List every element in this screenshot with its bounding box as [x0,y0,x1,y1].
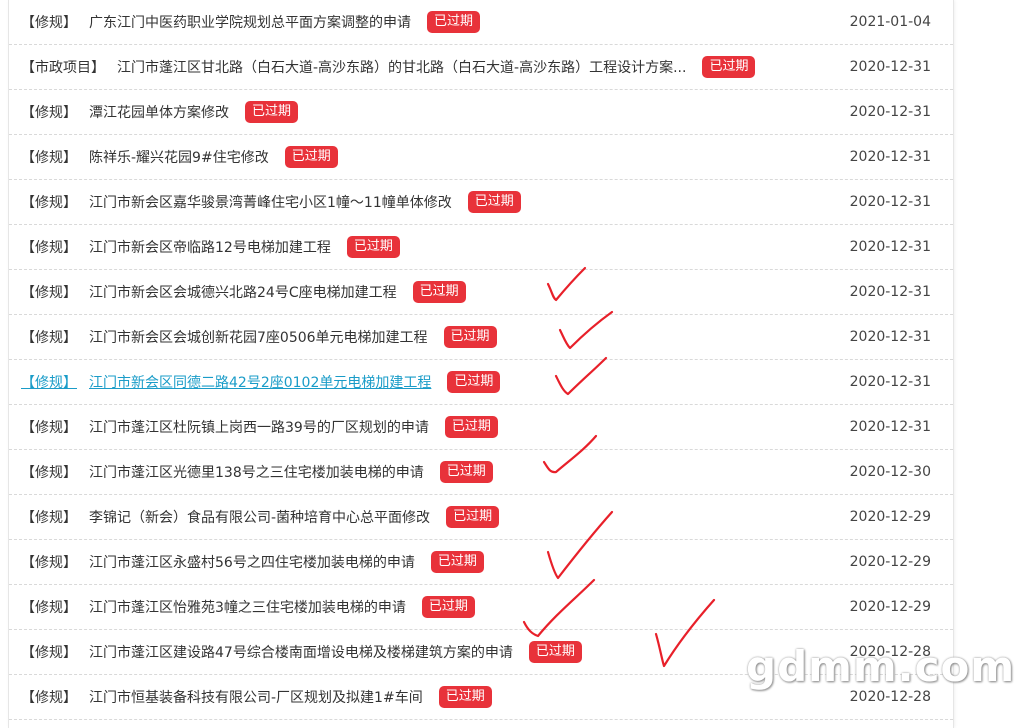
item-date: 2020-12-29 [849,554,931,570]
list-item: 【修规】 江门市新会区嘉华骏景湾菁峰住宅小区1幢～11幢单体修改 已过期 2020-1… [9,180,953,225]
item-date: 2020-12-31 [849,419,931,435]
category-tag: 【修规】 [21,600,77,616]
category-tag: 【市政项目】 [21,60,105,76]
list-item: 【修规】 江门市新会区会城创新花园7座0506单元电梯加建工程 已过期 2020-12… [9,315,953,360]
item-title-link[interactable]: 【修规】 江门市新会区同德二路42号2座0102单元电梯加建工程 [21,372,431,392]
item-title: 江门市蓬江区建设路47号综合楼南面增设电梯及楼梯建筑方案的申请 [89,645,513,661]
list-item: 【修规】 李锦记（新会）食品有限公司-菌种培育中心总平面修改 已过期 2020-12-… [9,495,953,540]
item-date: 2020-12-31 [849,284,931,300]
item-title: 潭江花园单体方案修改 [89,105,229,121]
list-item: 【修规】 江门市新会区同德二路42号2座0102单元电梯加建工程 已过期 2020-1… [9,360,953,405]
item-date: 2020-12-31 [849,329,931,345]
item-title: 江门市新会区会城德兴北路24号C座电梯加建工程 [89,285,397,301]
item-title: 江门市新会区会城创新花园7座0506单元电梯加建工程 [89,330,428,346]
status-badge: 已过期 [421,596,475,618]
category-tag: 【修规】 [21,15,77,31]
item-title: 江门市新会区帝临路12号电梯加建工程 [89,240,331,256]
item-date: 2020-12-29 [849,509,931,525]
item-title: 江门市蓬江区甘北路（白石大道-高沙东路）的甘北路（白石大道-高沙东路）工程设计方… [117,60,687,76]
status-badge: 已过期 [447,371,501,393]
item-title-link[interactable]: 【修规】 江门市蓬江区怡雅苑3幢之三住宅楼加装电梯的申请 [21,597,406,617]
item-date: 2020-12-31 [849,194,931,210]
list-item: 【市政项目】 江门市蓬江区甘北路（白石大道-高沙东路）的甘北路（白石大道-高沙东路… [9,45,953,90]
item-date: 2020-12-31 [849,59,931,75]
list-item: 【修规】 江门市蓬江区永盛村56号之四住宅楼加装电梯的申请 已过期 2020-12-2… [9,540,953,585]
item-title: 江门市新会区同德二路42号2座0102单元电梯加建工程 [89,375,432,391]
item-date: 2020-12-31 [849,239,931,255]
item-title-link[interactable]: 【修规】 潭江花园单体方案修改 [21,102,229,122]
list-item: 【修规】 江门市蓬江区杜阮镇上岗西一路39号的厂区规划的申请 已过期 2020-12-… [9,405,953,450]
category-tag: 【修规】 [21,330,77,346]
item-title-link[interactable]: 【修规】 广东江门中医药职业学院规划总平面方案调整的申请 [21,12,411,32]
category-tag: 【修规】 [21,420,77,436]
list-item: 【修规】 广东江门中医药职业学院规划总平面方案调整的申请 已过期 2021-01-04 [9,0,953,45]
item-title: 江门市蓬江区光德里138号之三住宅楼加装电梯的申请 [89,465,424,481]
item-date: 2020-12-31 [849,104,931,120]
status-badge: 已过期 [245,101,299,123]
list-item: 【修规】 陈祥乐-耀兴花园9#住宅修改 已过期 2020-12-31 [9,135,953,180]
item-title: 江门市蓬江区怡雅苑3幢之三住宅楼加装电梯的申请 [89,600,406,616]
item-date: 2020-12-30 [849,464,931,480]
list-item: 【修规】 潭江花园单体方案修改 已过期 2020-12-31 [9,90,953,135]
item-title: 江门市蓬江区永盛村56号之四住宅楼加装电梯的申请 [89,555,415,571]
item-title-link[interactable]: 【修规】 江门市蓬江区杜阮镇上岗西一路39号的厂区规划的申请 [21,417,429,437]
item-title-link[interactable]: 【修规】 陈祥乐-耀兴花园9#住宅修改 [21,147,269,167]
status-badge: 已过期 [444,416,498,438]
category-tag: 【修规】 [21,645,77,661]
category-tag: 【修规】 [21,195,77,211]
category-tag: 【修规】 [21,465,77,481]
item-title-link[interactable]: 【修规】 江门市蓬江区光德里138号之三住宅楼加装电梯的申请 [21,462,424,482]
item-title-link[interactable]: 【修规】 江门市蓬江区建设路47号综合楼南面增设电梯及楼梯建筑方案的申请 [21,642,513,662]
list-item: 【修规】 江门市蓬江区光德里138号之三住宅楼加装电梯的申请 已过期 2020-12-… [9,450,953,495]
category-tag: 【修规】 [21,555,77,571]
item-date: 2021-01-04 [849,14,931,30]
category-tag: 【修规】 [21,690,77,706]
item-title: 江门市蓬江区杜阮镇上岗西一路39号的厂区规划的申请 [89,420,429,436]
status-badge: 已过期 [528,641,582,663]
status-badge: 已过期 [412,281,466,303]
category-tag: 【修规】 [21,240,77,256]
category-tag: 【修规】 [21,375,77,391]
status-badge: 已过期 [443,326,497,348]
list-item: 【修规】 江门市新会区帝临路12号电梯加建工程 已过期 2020-12-31 [9,225,953,270]
status-badge: 已过期 [446,506,500,528]
category-tag: 【修规】 [21,510,77,526]
list-item: 【修规】 江门市新会区会城德兴北路24号C座电梯加建工程 已过期 2020-12-31 [9,270,953,315]
watermark-logo: gdmm.com [746,642,1016,691]
item-title-link[interactable]: 【修规】 江门市恒基装备科技有限公司-厂区规划及拟建1#车间 [21,687,423,707]
item-title-link[interactable]: 【市政项目】 江门市蓬江区甘北路（白石大道-高沙东路）的甘北路（白石大道-高沙东路… [21,57,686,77]
category-tag: 【修规】 [21,105,77,121]
item-title: 李锦记（新会）食品有限公司-菌种培育中心总平面修改 [89,510,431,526]
item-title: 广东江门中医药职业学院规划总平面方案调整的申请 [89,15,411,31]
item-title: 江门市恒基装备科技有限公司-厂区规划及拟建1#车间 [89,690,423,706]
notice-list: 【修规】 广东江门中医药职业学院规划总平面方案调整的申请 已过期 2021-01-04… [8,0,954,728]
item-date: 2020-12-28 [849,689,931,705]
item-title-link[interactable]: 【修规】 李锦记（新会）食品有限公司-菌种培育中心总平面修改 [21,507,430,527]
status-badge: 已过期 [430,551,484,573]
item-title-link[interactable]: 【修规】 江门市新会区帝临路12号电梯加建工程 [21,237,331,257]
status-badge: 已过期 [427,11,481,33]
item-title-link[interactable]: 【修规】 江门市新会区嘉华骏景湾菁峰住宅小区1幢～11幢单体修改 [21,192,452,212]
item-title: 陈祥乐-耀兴花园9#住宅修改 [89,150,269,166]
item-title-link[interactable]: 【修规】 江门市新会区会城创新花园7座0506单元电梯加建工程 [21,327,428,347]
category-tag: 【修规】 [21,285,77,301]
item-title-link[interactable]: 【修规】 江门市蓬江区永盛村56号之四住宅楼加装电梯的申请 [21,552,415,572]
item-date: 2020-12-29 [849,599,931,615]
status-badge: 已过期 [702,56,756,78]
status-badge: 已过期 [467,191,521,213]
item-title-link[interactable]: 【修规】 江门市新会区会城德兴北路24号C座电梯加建工程 [21,282,397,302]
status-badge: 已过期 [439,461,493,483]
status-badge: 已过期 [438,686,492,708]
item-date: 2020-12-31 [849,149,931,165]
status-badge: 已过期 [284,146,338,168]
status-badge: 已过期 [346,236,400,258]
item-date: 2020-12-31 [849,374,931,390]
item-title: 江门市新会区嘉华骏景湾菁峰住宅小区1幢～11幢单体修改 [89,195,452,211]
category-tag: 【修规】 [21,150,77,166]
list-item: 【修规】 江门市蓬江区怡雅苑3幢之三住宅楼加装电梯的申请 已过期 2020-12-29 [9,585,953,630]
